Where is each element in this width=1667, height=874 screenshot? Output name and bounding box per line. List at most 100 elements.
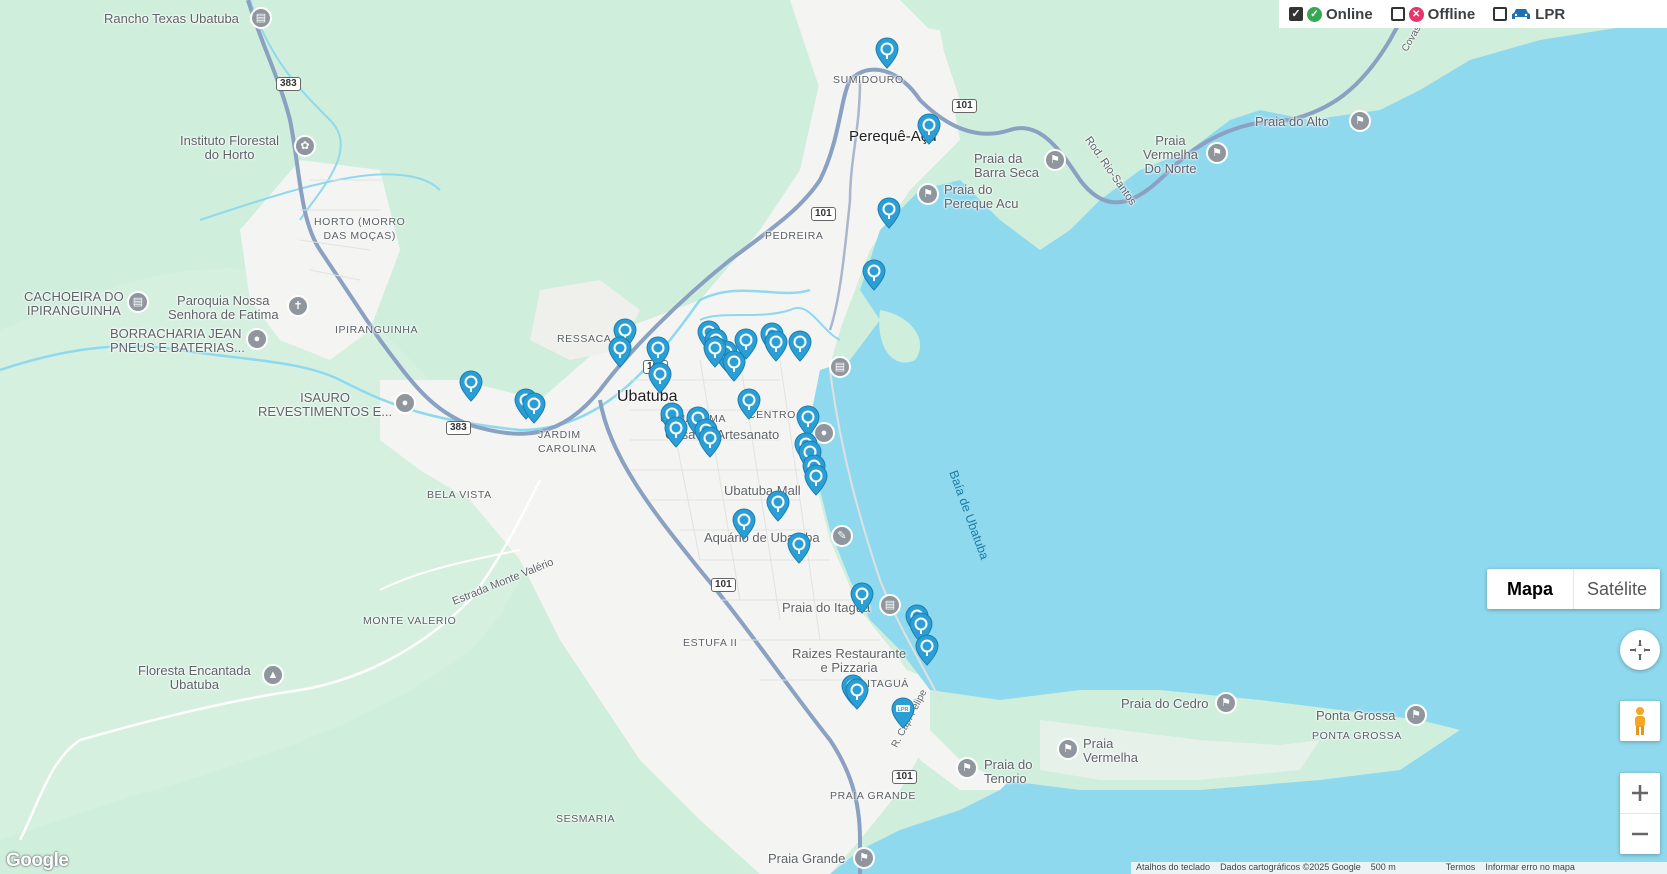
route-shield: 101 — [711, 578, 736, 592]
terms-link[interactable]: Termos — [1446, 862, 1476, 874]
filter-offline-label: Offline — [1427, 5, 1476, 23]
neighborhood-label: MONTE VALERIO — [363, 615, 457, 627]
keyboard-shortcuts-link[interactable]: Atalhos do teclado — [1136, 862, 1210, 874]
zoom-out-button[interactable] — [1620, 814, 1660, 854]
poi-icon[interactable]: ▤ — [879, 594, 901, 616]
poi-icon[interactable]: ▤ — [250, 7, 272, 29]
place-label: Praia do Alto — [1255, 114, 1329, 129]
poi-icon[interactable]: ▤ — [829, 356, 851, 378]
camera-pin-icon[interactable] — [915, 634, 939, 666]
pegman-icon — [1635, 707, 1645, 735]
poi-icon[interactable]: ⚑ — [917, 183, 939, 205]
camera-pin-icon[interactable] — [664, 416, 688, 448]
poi-icon[interactable]: ✎ — [831, 525, 853, 547]
camera-pin-icon[interactable] — [804, 464, 828, 496]
poi-icon[interactable]: ⚑ — [1206, 142, 1228, 164]
place-label: BORRACHARIA JEAN PNEUS E BATERIAS... — [110, 326, 245, 355]
plus-icon — [1632, 785, 1648, 801]
route-shield: 383 — [446, 421, 471, 435]
filter-offline[interactable]: ✕ Offline — [1390, 5, 1476, 23]
camera-pin-icon[interactable] — [845, 678, 869, 710]
place-label: Ponta Grossa — [1316, 708, 1396, 723]
neighborhood-label: BELA VISTA — [427, 489, 492, 501]
route-shield: 383 — [276, 77, 301, 91]
route-shield: 101 — [952, 99, 977, 113]
map-data-attribution: Dados cartográficos ©2025 Google — [1220, 862, 1361, 872]
filter-online[interactable]: ✓ ✓ Online — [1289, 6, 1373, 23]
svg-text:LPR: LPR — [898, 707, 909, 713]
poi-icon[interactable]: ⚑ — [853, 847, 875, 869]
poi-icon[interactable]: ⚑ — [956, 757, 978, 779]
poi-icon[interactable]: ▤ — [127, 291, 149, 313]
place-label: Instituto Florestal do Horto — [180, 133, 279, 162]
filter-lpr[interactable]: LPR — [1493, 6, 1565, 23]
camera-pin-icon[interactable] — [875, 37, 899, 69]
offline-checkbox[interactable] — [1390, 7, 1405, 21]
place-label: Praia do Tenorio — [984, 757, 1033, 786]
poi-icon[interactable]: ⚑ — [1057, 738, 1079, 760]
camera-pin-icon[interactable] — [764, 330, 788, 362]
map-type-control: Mapa Satélite — [1487, 569, 1660, 609]
neighborhood-label: PEDREIRA — [765, 230, 824, 242]
poi-icon[interactable]: ● — [394, 392, 416, 414]
check-circle-icon: ✓ — [1307, 6, 1322, 22]
place-label: Praia Vermelha Do Norte — [1143, 133, 1198, 176]
place-label: Rancho Texas Ubatuba — [104, 11, 239, 26]
minus-icon — [1632, 832, 1648, 836]
camera-pin-icon[interactable] — [917, 113, 941, 145]
camera-pin-icon[interactable] — [522, 392, 546, 424]
street-view-pegman-button[interactable] — [1620, 701, 1660, 741]
map-type-map-button[interactable]: Mapa — [1487, 569, 1574, 609]
crosshair-icon — [1630, 640, 1650, 660]
poi-icon[interactable]: ▲ — [262, 664, 284, 686]
x-circle-icon: ✕ — [1408, 6, 1424, 22]
neighborhood-label: JARDIM CAROLINA — [538, 429, 597, 455]
neighborhood-label: ESTUFA II — [683, 637, 738, 649]
neighborhood-label: ITAGUÁ — [867, 678, 909, 690]
poi-icon[interactable]: ● — [246, 328, 268, 350]
neighborhood-label: SUMIDOURO — [833, 74, 904, 86]
camera-pin-icon[interactable] — [862, 259, 886, 291]
place-label: Paroquia Nossa Senhora de Fatima — [168, 293, 279, 322]
filter-bar: ✓ ✓ Online ✕ Offline LPR — [1279, 0, 1667, 28]
camera-pin-icon[interactable] — [732, 508, 756, 540]
route-shield: 101 — [811, 207, 836, 221]
poi-icon[interactable]: ✿ — [294, 135, 316, 157]
map-type-satellite-button[interactable]: Satélite — [1574, 569, 1660, 609]
camera-pin-icon[interactable] — [788, 330, 812, 362]
poi-icon[interactable]: ⚑ — [1215, 692, 1237, 714]
camera-pin-icon[interactable] — [698, 426, 722, 458]
camera-pin-icon[interactable] — [737, 388, 761, 420]
lpr-checkbox[interactable] — [1493, 7, 1508, 21]
scale-bar[interactable]: 500 m — [1371, 862, 1396, 874]
neighborhood-label: PONTA GROSSA — [1312, 730, 1402, 742]
place-label: Praia do Pereque Acu — [944, 182, 1019, 211]
filter-online-label: Online — [1326, 5, 1373, 23]
place-label: ISAURO REVESTIMENTOS E... — [258, 390, 393, 419]
poi-icon[interactable]: ⚑ — [1405, 704, 1427, 726]
map-footer: Atalhos do teclado Dados cartográficos ©… — [1131, 862, 1667, 874]
neighborhood-label: PRAIA GRANDE — [830, 790, 916, 802]
lpr-pin-icon[interactable]: LPR — [891, 697, 915, 729]
poi-icon[interactable]: ✝ — [287, 295, 309, 317]
online-checkbox[interactable]: ✓ — [1289, 7, 1303, 21]
camera-pin-icon[interactable] — [877, 197, 901, 229]
place-label: Praia Grande — [768, 851, 846, 866]
poi-icon[interactable]: ⚑ — [1349, 110, 1371, 132]
poi-icon[interactable]: ⚑ — [1044, 149, 1066, 171]
camera-pin-icon[interactable] — [459, 370, 483, 402]
camera-pin-icon[interactable] — [648, 362, 672, 394]
neighborhood-label: IPIRANGUINHA — [335, 324, 419, 336]
camera-pin-icon[interactable] — [766, 490, 790, 522]
place-label: Praia Vermelha — [1083, 736, 1138, 765]
camera-pin-icon[interactable] — [850, 582, 874, 614]
google-logo[interactable]: Google — [6, 850, 69, 872]
my-location-button[interactable] — [1620, 630, 1660, 670]
camera-pin-icon[interactable] — [608, 336, 632, 368]
car-icon — [1512, 9, 1531, 19]
camera-pin-icon[interactable] — [703, 336, 727, 368]
report-error-link[interactable]: Informar erro no mapa — [1485, 862, 1575, 874]
zoom-in-button[interactable] — [1620, 773, 1660, 814]
route-shield: 101 — [892, 770, 917, 784]
camera-pin-icon[interactable] — [787, 532, 811, 564]
